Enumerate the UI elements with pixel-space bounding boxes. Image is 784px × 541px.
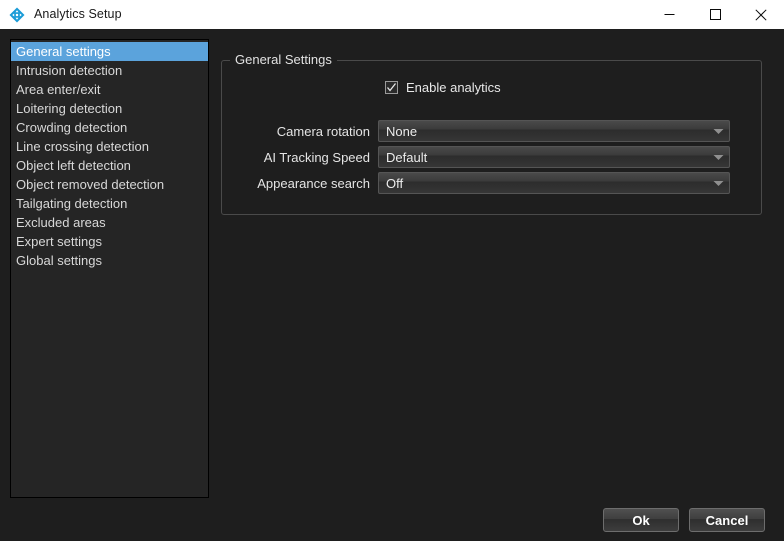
ai-tracking-speed-value: Default	[386, 149, 428, 165]
chevron-down-icon[interactable]	[707, 147, 729, 167]
sidebar-item-intrusion-detection[interactable]: Intrusion detection	[11, 61, 208, 80]
sidebar-item-label: Excluded areas	[16, 215, 106, 230]
sidebar-item-object-left-detection[interactable]: Object left detection	[11, 156, 208, 175]
chevron-down-icon[interactable]	[707, 173, 729, 193]
minimize-icon	[664, 14, 674, 15]
sidebar-item-label: Tailgating detection	[16, 196, 128, 211]
camera-rotation-label: Camera rotation	[276, 123, 370, 139]
checkbox-box[interactable]	[385, 81, 398, 94]
maximize-button[interactable]	[692, 0, 738, 29]
sidebar-item-label: Expert settings	[16, 234, 102, 249]
sidebar-item-label: Area enter/exit	[16, 82, 101, 97]
sidebar-item-label: Crowding detection	[16, 120, 128, 135]
sidebar-item-tailgating-detection[interactable]: Tailgating detection	[11, 194, 208, 213]
settings-category-list[interactable]: General settings Intrusion detection Are…	[10, 39, 209, 498]
ok-button[interactable]: Ok	[603, 508, 679, 532]
title-bar: Analytics Setup	[0, 0, 784, 29]
cancel-button[interactable]: Cancel	[689, 508, 765, 532]
camera-rotation-value: None	[386, 123, 418, 139]
close-button[interactable]	[738, 0, 784, 29]
sidebar-item-global-settings[interactable]: Global settings	[11, 251, 208, 270]
form-row-ai-tracking-speed: AI Tracking Speed Default	[221, 146, 730, 168]
ai-tracking-speed-select[interactable]: Default	[378, 146, 730, 168]
chevron-down-icon[interactable]	[707, 121, 729, 141]
general-settings-group: General Settings Enable analytics Camera…	[221, 52, 762, 215]
dialog-button-bar: Ok Cancel	[603, 508, 765, 532]
sidebar-item-line-crossing-detection[interactable]: Line crossing detection	[11, 137, 208, 156]
sidebar-item-expert-settings[interactable]: Expert settings	[11, 232, 208, 251]
window-title: Analytics Setup	[34, 7, 122, 21]
checkbox-label: Enable analytics	[406, 80, 501, 95]
sidebar-item-crowding-detection[interactable]: Crowding detection	[11, 118, 208, 137]
sidebar-item-label: Line crossing detection	[16, 139, 149, 154]
sidebar-item-label: General settings	[16, 44, 111, 59]
sidebar-item-area-enter-exit[interactable]: Area enter/exit	[11, 80, 208, 99]
sidebar-item-excluded-areas[interactable]: Excluded areas	[11, 213, 208, 232]
sidebar-item-loitering-detection[interactable]: Loitering detection	[11, 99, 208, 118]
ai-tracking-speed-label: AI Tracking Speed	[263, 149, 370, 165]
minimize-button[interactable]	[646, 0, 692, 29]
close-icon	[755, 8, 767, 21]
sidebar-item-label: Object removed detection	[16, 177, 165, 192]
sidebar-item-object-removed-detection[interactable]: Object removed detection	[11, 175, 208, 194]
sidebar-item-label: Global settings	[16, 253, 102, 268]
camera-rotation-select[interactable]: None	[378, 120, 730, 142]
group-title: General Settings	[230, 52, 337, 68]
form-row-appearance-search: Appearance search Off	[221, 172, 730, 194]
appearance-search-select[interactable]: Off	[378, 172, 730, 194]
sidebar-item-label: Object left detection	[16, 158, 131, 173]
check-icon	[387, 83, 397, 92]
window-controls	[646, 0, 784, 29]
maximize-icon	[709, 9, 721, 20]
sidebar-item-general-settings[interactable]: General settings	[11, 42, 208, 61]
appearance-search-label: Appearance search	[257, 175, 370, 191]
enable-analytics-checkbox[interactable]: Enable analytics	[385, 80, 501, 95]
sidebar-item-label: Intrusion detection	[16, 63, 123, 78]
move-compass-icon	[9, 7, 25, 22]
appearance-search-value: Off	[386, 175, 404, 191]
form-row-camera-rotation: Camera rotation None	[221, 120, 730, 142]
sidebar-item-label: Loitering detection	[16, 101, 123, 116]
analytics-setup-window: Analytics Setup General settings Intrusi…	[0, 0, 784, 541]
